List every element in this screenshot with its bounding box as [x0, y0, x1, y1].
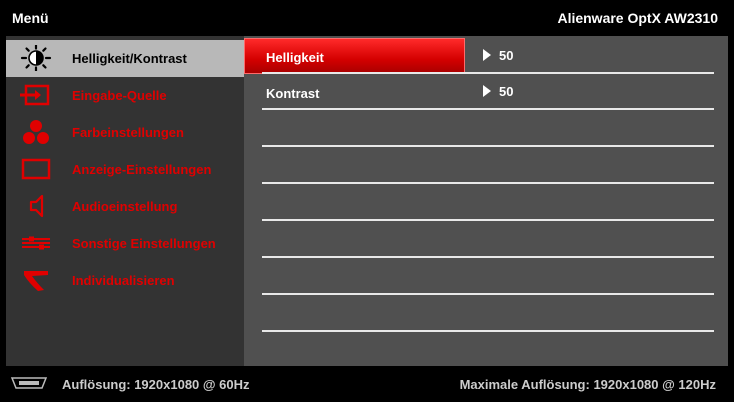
osd-footer: Auflösung: 1920x1080 @ 60Hz Maximale Auf… [0, 366, 734, 402]
max-resolution: Maximale Auflösung: 1920x1080 @ 120Hz [459, 377, 716, 392]
sidebar-item-label: Audioeinstellung [72, 199, 178, 214]
monitor-model: Alienware OptX AW2310 [557, 10, 718, 26]
current-resolution: Auflösung: 1920x1080 @ 60Hz [62, 377, 250, 392]
sidebar-menu: Helligkeit/Kontrast Eingabe-Quelle Farbe… [6, 36, 244, 366]
row-divider [262, 182, 714, 184]
empty-row [262, 185, 714, 221]
setting-value-text: 50 [499, 84, 514, 99]
row-divider [262, 293, 714, 295]
display-settings-icon [18, 156, 54, 182]
brightness-icon [18, 44, 54, 72]
input-source-icon [18, 82, 54, 108]
menu-title: Menü [12, 10, 49, 26]
empty-row [262, 222, 714, 258]
setting-value: 50 [483, 48, 513, 63]
row-divider [262, 256, 714, 258]
sidebar-item-label: Helligkeit/Kontrast [72, 51, 187, 66]
sidebar-item-audio-settings[interactable]: Audioeinstellung [6, 188, 244, 225]
empty-row [262, 259, 714, 295]
sidebar-item-label: Individualisieren [72, 273, 175, 288]
sidebar-item-other-settings[interactable]: Sonstige Einstellungen [6, 225, 244, 262]
setting-row-brightness[interactable]: Helligkeit 50 [244, 38, 714, 74]
connector-icon [10, 376, 48, 390]
sidebar-item-label: Sonstige Einstellungen [72, 236, 216, 251]
setting-value: 50 [483, 84, 513, 99]
row-divider [262, 145, 714, 147]
row-divider [262, 219, 714, 221]
setting-row-contrast[interactable]: Kontrast 50 [262, 74, 714, 110]
color-settings-icon [18, 119, 54, 145]
setting-label: Helligkeit [266, 50, 324, 65]
setting-label: Kontrast [266, 86, 320, 101]
sidebar-item-label: Anzeige-Einstellungen [72, 162, 212, 177]
sidebar-item-brightness-contrast[interactable]: Helligkeit/Kontrast [6, 40, 244, 77]
monitor-osd: Menü Alienware OptX AW2310 Helligkeit/Ko… [0, 0, 734, 402]
other-settings-icon [18, 230, 54, 256]
empty-row [262, 148, 714, 184]
arrow-right-icon [483, 49, 491, 61]
row-divider [262, 330, 714, 332]
personalize-icon [18, 267, 54, 293]
row-divider [262, 108, 714, 110]
setting-value-text: 50 [499, 48, 514, 63]
arrow-right-icon [483, 85, 491, 97]
settings-panel: Helligkeit 50 Kontrast 50 [244, 36, 728, 366]
sidebar-item-label: Farbeinstellungen [72, 125, 184, 140]
empty-row [262, 111, 714, 147]
sidebar-item-display-settings[interactable]: Anzeige-Einstellungen [6, 151, 244, 188]
sidebar-item-input-source[interactable]: Eingabe-Quelle [6, 77, 244, 114]
osd-header: Menü Alienware OptX AW2310 [0, 0, 734, 36]
sidebar-item-label: Eingabe-Quelle [72, 88, 167, 103]
speaker-icon [18, 193, 54, 219]
empty-row [262, 296, 714, 332]
sidebar-item-color-settings[interactable]: Farbeinstellungen [6, 114, 244, 151]
sidebar-item-personalize[interactable]: Individualisieren [6, 262, 244, 299]
